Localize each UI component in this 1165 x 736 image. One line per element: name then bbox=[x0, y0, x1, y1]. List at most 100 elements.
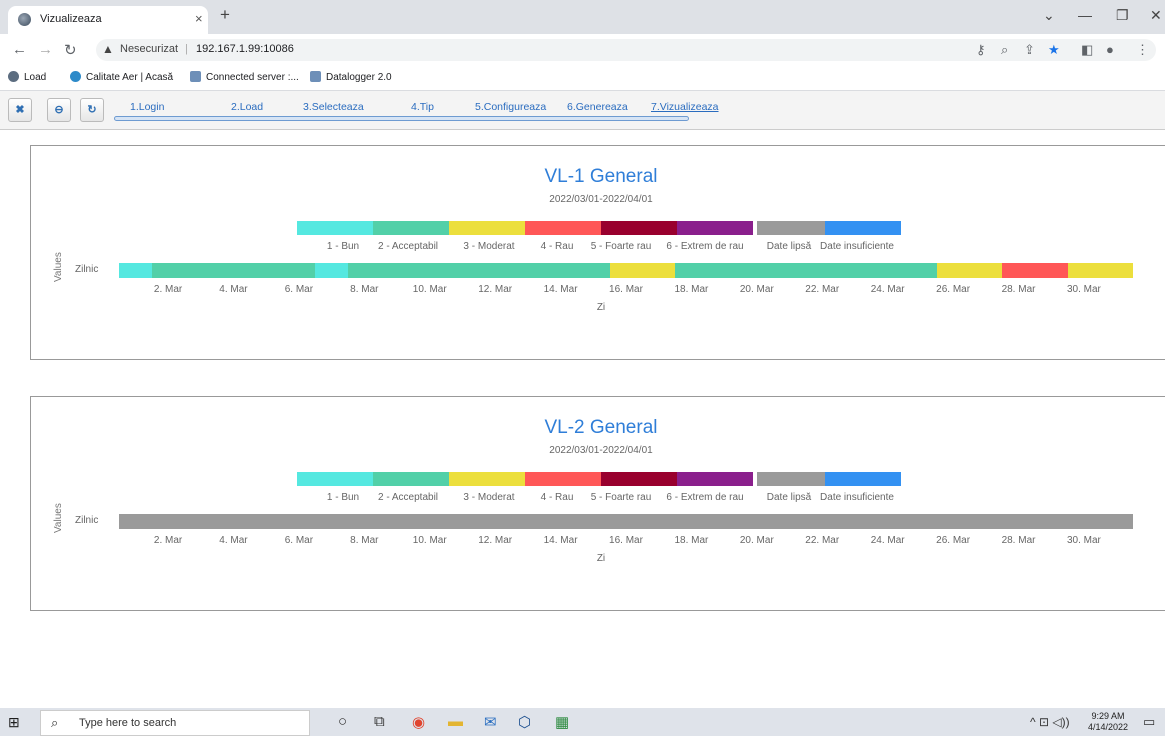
legend-swatch[interactable] bbox=[601, 221, 677, 235]
bookmark-load[interactable]: Load bbox=[8, 71, 46, 83]
legend-swatch[interactable] bbox=[297, 221, 373, 235]
heatmap-cell[interactable] bbox=[936, 514, 970, 529]
legend-label[interactable]: Date lipsă bbox=[767, 492, 811, 503]
notification-icon[interactable]: ▭ bbox=[1143, 714, 1155, 730]
legend-swatch[interactable] bbox=[757, 221, 825, 235]
heatmap-cell[interactable] bbox=[1002, 263, 1036, 278]
mail-icon[interactable]: ✉ bbox=[484, 713, 497, 731]
heatmap-cell[interactable] bbox=[478, 514, 512, 529]
heatmap-cell[interactable] bbox=[184, 263, 218, 278]
heatmap-cell[interactable] bbox=[544, 263, 578, 278]
cortana-icon[interactable]: ○ bbox=[338, 713, 347, 730]
legend-label[interactable]: Date insuficiente bbox=[820, 241, 894, 252]
heatmap-cell[interactable] bbox=[380, 263, 414, 278]
bookmark-datalogger[interactable]: Datalogger 2.0 bbox=[310, 71, 392, 83]
back-circle-icon[interactable]: ⊖ bbox=[47, 98, 71, 122]
heatmap-cell[interactable] bbox=[969, 263, 1003, 278]
legend-label[interactable]: 1 - Bun bbox=[327, 492, 359, 503]
heatmap-cell[interactable] bbox=[1067, 514, 1101, 529]
heatmap-cell[interactable] bbox=[1100, 263, 1134, 278]
heatmap-cell[interactable] bbox=[838, 263, 872, 278]
legend-swatch[interactable] bbox=[525, 472, 601, 486]
close-icon[interactable]: ✖ bbox=[8, 98, 32, 122]
heatmap-cell[interactable] bbox=[249, 514, 284, 529]
legend-swatch[interactable] bbox=[825, 472, 901, 486]
side-panel-icon[interactable]: ◧ bbox=[1081, 42, 1093, 58]
heatmap-cell[interactable] bbox=[707, 263, 741, 278]
step-tip[interactable]: 4.Tip bbox=[411, 101, 434, 113]
legend-swatch[interactable] bbox=[297, 472, 373, 486]
heatmap-cell[interactable] bbox=[609, 263, 643, 278]
heatmap-cell[interactable] bbox=[576, 514, 611, 529]
heatmap-cell[interactable] bbox=[1100, 514, 1134, 529]
heatmap-cell[interactable] bbox=[282, 263, 316, 278]
new-tab-button[interactable]: + bbox=[220, 5, 230, 25]
heatmap-cell[interactable] bbox=[380, 514, 414, 529]
heatmap-cell[interactable] bbox=[675, 514, 709, 529]
heatmap-cell[interactable] bbox=[151, 263, 185, 278]
legend-label[interactable]: 4 - Rau bbox=[541, 492, 574, 503]
legend-label[interactable]: 2 - Acceptabil bbox=[378, 492, 438, 503]
legend-label[interactable]: Date lipsă bbox=[767, 241, 811, 252]
heatmap-cell[interactable] bbox=[151, 514, 185, 529]
heatmap-cell[interactable] bbox=[1067, 263, 1101, 278]
legend-swatch[interactable] bbox=[757, 472, 825, 486]
legend-swatch[interactable] bbox=[601, 472, 677, 486]
windows-start-icon[interactable]: ⊞ bbox=[8, 714, 20, 731]
heatmap-cell[interactable] bbox=[413, 514, 447, 529]
heatmap-cell[interactable] bbox=[805, 263, 840, 278]
legend-label[interactable]: 1 - Bun bbox=[327, 241, 359, 252]
heatmap-cell[interactable] bbox=[282, 514, 316, 529]
forward-icon[interactable]: → bbox=[38, 41, 53, 58]
heatmap-cell[interactable] bbox=[904, 514, 938, 529]
heatmap-cell[interactable] bbox=[969, 514, 1003, 529]
legend-label[interactable]: 3 - Moderat bbox=[463, 492, 514, 503]
heatmap-cell[interactable] bbox=[511, 263, 545, 278]
security-label[interactable]: Nesecurizat bbox=[120, 43, 178, 55]
heatmap-cell[interactable] bbox=[413, 263, 447, 278]
heatmap-cell[interactable] bbox=[1002, 514, 1036, 529]
heatmap-cell[interactable] bbox=[871, 514, 905, 529]
heatmap-cell[interactable] bbox=[740, 514, 774, 529]
url-text[interactable]: 192.167.1.99:10086 bbox=[196, 43, 294, 55]
share-icon[interactable]: ⇪ bbox=[1024, 42, 1035, 58]
step-load[interactable]: 2.Load bbox=[231, 101, 263, 113]
step-selecteaza[interactable]: 3.Selecteaza bbox=[303, 101, 364, 113]
minimize-button[interactable]: — bbox=[1078, 7, 1092, 23]
legend-swatch[interactable] bbox=[449, 472, 525, 486]
heatmap-cell[interactable] bbox=[576, 263, 611, 278]
heatmap-cell[interactable] bbox=[315, 263, 349, 278]
heatmap-cell[interactable] bbox=[478, 263, 512, 278]
bookmark-calitate-aer[interactable]: Calitate Aer | Acasă bbox=[70, 71, 173, 83]
legend-swatch[interactable] bbox=[677, 472, 753, 486]
step-vizualizeaza[interactable]: 7.Vizualizeaza bbox=[651, 101, 719, 113]
system-tray[interactable]: ^ ⊡ ◁)) bbox=[1030, 715, 1070, 729]
heatmap-cell[interactable] bbox=[511, 514, 545, 529]
app-icon[interactable]: ▦ bbox=[555, 713, 569, 731]
step-configureaza[interactable]: 5.Configureaza bbox=[475, 101, 546, 113]
heatmap-cell[interactable] bbox=[1034, 514, 1069, 529]
menu-icon[interactable]: ⋮ bbox=[1136, 42, 1149, 58]
legend-label[interactable]: 4 - Rau bbox=[541, 241, 574, 252]
heatmap-cell[interactable] bbox=[609, 514, 643, 529]
heatmap-cell[interactable] bbox=[675, 263, 709, 278]
heatmap-cell[interactable] bbox=[740, 263, 774, 278]
profile-avatar-icon[interactable]: ● bbox=[1106, 42, 1114, 57]
legend-swatch[interactable] bbox=[677, 221, 753, 235]
bookmark-star-icon[interactable]: ★ bbox=[1048, 42, 1060, 58]
heatmap-cell[interactable] bbox=[347, 514, 382, 529]
heatmap-cell[interactable] bbox=[773, 514, 807, 529]
maximize-button[interactable]: ❐ bbox=[1116, 7, 1129, 24]
heatmap-cell[interactable] bbox=[871, 263, 905, 278]
heatmap-cell[interactable] bbox=[838, 514, 872, 529]
heatmap-cell[interactable] bbox=[642, 514, 676, 529]
refresh-icon[interactable]: ↻ bbox=[80, 98, 104, 122]
legend-label[interactable]: 6 - Extrem de rau bbox=[666, 492, 743, 503]
heatmap-cell[interactable] bbox=[446, 263, 480, 278]
step-login[interactable]: 1.Login bbox=[130, 101, 164, 113]
legend-label[interactable]: 6 - Extrem de rau bbox=[666, 241, 743, 252]
close-window-button[interactable]: ✕ bbox=[1150, 7, 1162, 24]
legend-swatch[interactable] bbox=[373, 221, 449, 235]
heatmap-cell[interactable] bbox=[773, 263, 807, 278]
legend-swatch[interactable] bbox=[525, 221, 601, 235]
